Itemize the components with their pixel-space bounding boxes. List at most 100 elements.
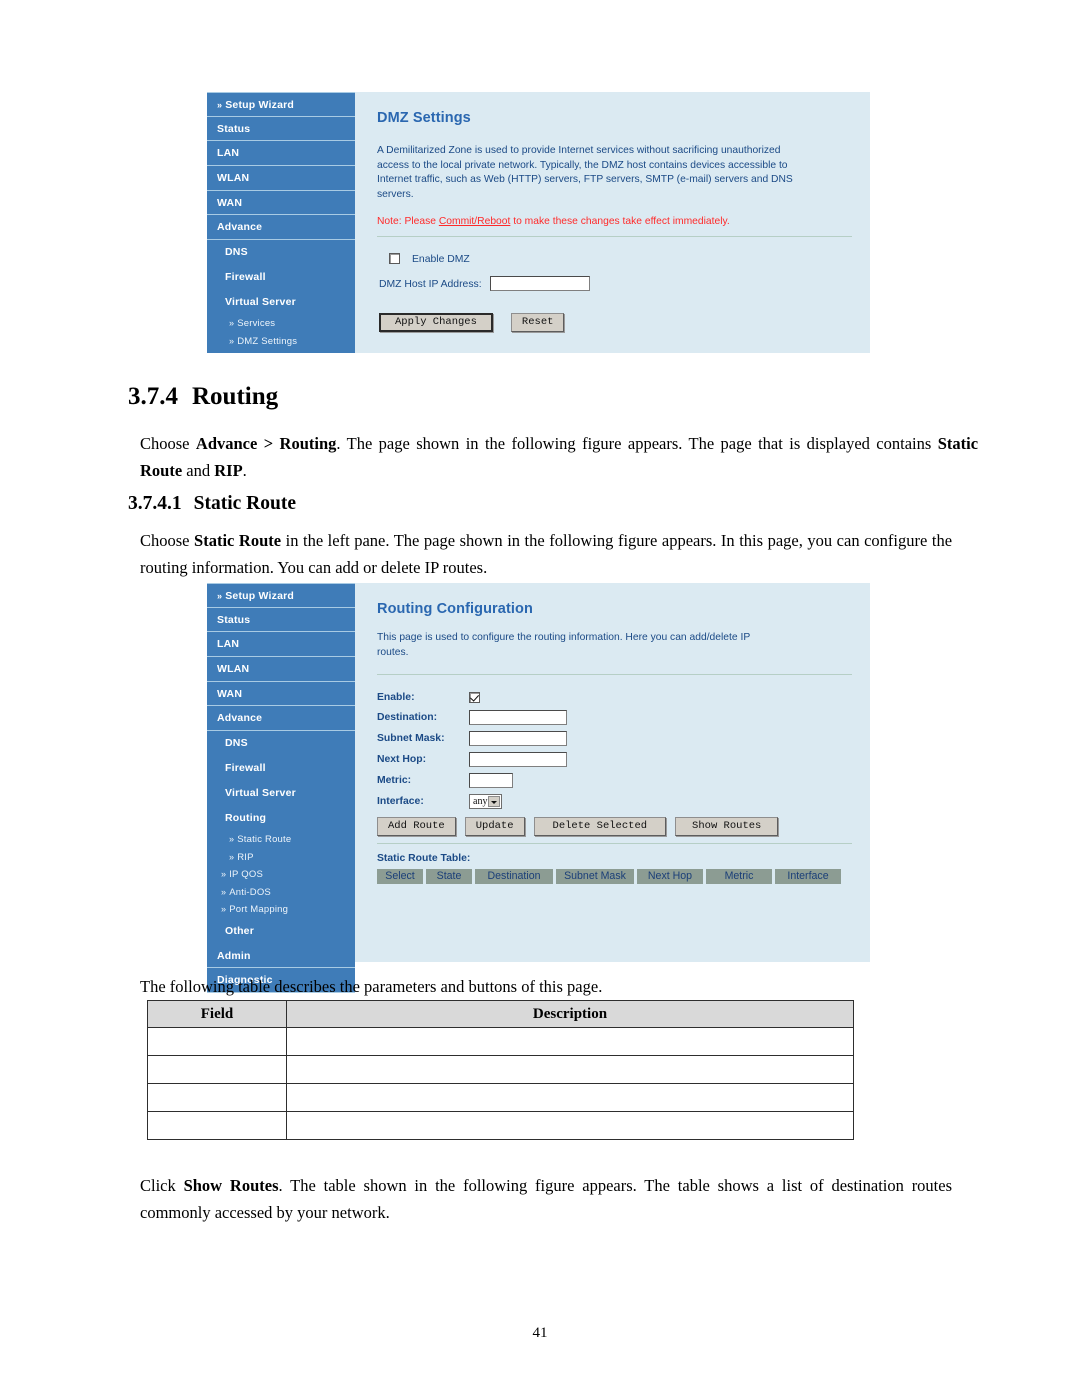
text-run: Choose <box>140 531 195 550</box>
interface-row: Interface: any <box>377 791 852 812</box>
routing-nav-item-wan[interactable]: WAN <box>207 681 355 707</box>
routing-panel-description: This page is used to configure the routi… <box>377 632 751 658</box>
chevron-right-icon: » <box>229 851 235 862</box>
subnet-mask-input[interactable] <box>469 731 567 746</box>
routing-nav-item-advance[interactable]: Advance <box>207 706 355 732</box>
delete-selected-button[interactable]: Delete Selected <box>533 817 667 836</box>
paragraph-table-lead: The following table describes the parame… <box>140 977 603 996</box>
text-run: . The page shown in the following figure… <box>336 434 938 453</box>
destination-label: Destination: <box>377 712 438 723</box>
routing-nav-item-virtual-server[interactable]: Virtual Server <box>207 781 355 807</box>
routing-nav-item-lan[interactable]: LAN <box>207 632 355 658</box>
chevron-right-icon: » <box>217 100 223 110</box>
routing-nav-item-rip[interactable]: » RIP <box>207 848 355 867</box>
commit-reboot-link[interactable]: Commit/Reboot <box>439 216 511 227</box>
table-header-field: Field <box>147 1000 287 1028</box>
enable-checkbox[interactable] <box>469 691 480 703</box>
table-cell-field <box>147 1027 287 1056</box>
dmz-host-ip-label: DMZ Host IP Address: <box>379 279 482 290</box>
nav-item-label: IP QOS <box>229 869 263 881</box>
routing-nav-item-status[interactable]: Status <box>207 607 355 633</box>
srt-header-next-hop[interactable]: Next Hop <box>637 869 703 884</box>
chevron-down-icon <box>488 796 501 807</box>
srt-header-metric[interactable]: Metric <box>706 869 772 884</box>
heading-static-route-number: 3.7.4.1 <box>128 493 182 514</box>
routing-divider-top <box>377 674 852 675</box>
destination-row: Destination: <box>377 707 852 728</box>
routing-nav-item-static-route[interactable]: » Static Route <box>207 831 355 849</box>
srt-header-destination[interactable]: Destination <box>475 869 553 884</box>
srt-header-state[interactable]: State <box>426 869 472 884</box>
dmz-nav-item-dns[interactable]: DNS <box>207 240 355 266</box>
table-cell-description <box>286 1111 854 1140</box>
interface-select[interactable]: any <box>469 794 503 809</box>
chevron-right-icon: » <box>229 335 235 346</box>
static-route-table-header: Select State Destination Subnet Mask Next Ho… <box>377 869 852 884</box>
table-cell-description <box>286 1083 854 1112</box>
nav-item-label: Other <box>225 924 255 937</box>
srt-header-interface[interactable]: Interface <box>775 869 841 884</box>
update-button[interactable]: Update <box>464 817 525 836</box>
table-cell-field <box>147 1111 287 1140</box>
dmz-button-row: Apply Changes Reset <box>379 311 852 332</box>
nav-item-label: Setup Wizard <box>225 99 295 111</box>
interface-label: Interface: <box>377 796 424 807</box>
paragraph-show-routes: Click Show Routes. The table shown in th… <box>140 1172 952 1226</box>
routing-nav-item-firewall[interactable]: Firewall <box>207 756 355 782</box>
routing-nav-item-port-mapping[interactable]: » Port Mapping <box>207 901 355 919</box>
dmz-commit-note: Note: Please Commit/Reboot to make these… <box>377 216 852 227</box>
routing-nav-item-ip-qos[interactable]: » IP QOS <box>207 866 355 884</box>
table-header-description: Description <box>286 1000 854 1028</box>
destination-input[interactable] <box>469 710 567 725</box>
dmz-nav-item-virtual-server[interactable]: Virtual Server <box>207 290 355 316</box>
nav-item-label: WLAN <box>217 663 250 676</box>
next-hop-label: Next Hop: <box>377 754 427 765</box>
subnet-mask-row: Subnet Mask: <box>377 728 852 749</box>
nav-item-label: Status <box>217 122 251 135</box>
routing-nav-item-routing[interactable]: Routing <box>207 806 355 832</box>
nav-item-label: Firewall <box>225 762 266 775</box>
dmz-content-panel: DMZ Settings A Demilitarized Zone is use… <box>355 92 870 353</box>
dmz-nav-item-status[interactable]: Status <box>207 116 355 142</box>
routing-nav-item-dns[interactable]: DNS <box>207 731 355 757</box>
enable-dmz-checkbox[interactable] <box>389 252 400 264</box>
show-routes-button[interactable]: Show Routes <box>675 817 779 836</box>
dmz-nav-item-wan[interactable]: WAN <box>207 190 355 216</box>
dmz-nav-item-advance[interactable]: Advance <box>207 215 355 241</box>
next-hop-input[interactable] <box>469 752 567 767</box>
dmz-nav-item-setup-wizard[interactable]: » Setup Wizard <box>207 92 355 117</box>
paragraph-static-route-intro: Choose Static Route in the left pane. Th… <box>140 527 952 581</box>
table-cell-description <box>286 1027 854 1056</box>
table-header-row: Field Description <box>147 1000 854 1028</box>
srt-header-subnet-mask[interactable]: Subnet Mask <box>556 869 634 884</box>
table-row <box>147 1111 854 1140</box>
dmz-nav-item-firewall[interactable]: Firewall <box>207 265 355 291</box>
text-run: Choose <box>140 434 196 453</box>
reset-button[interactable]: Reset <box>510 313 565 332</box>
nav-item-label: Routing <box>225 812 267 825</box>
routing-nav-item-setup-wizard[interactable]: » Setup Wizard <box>207 583 355 608</box>
apply-changes-button[interactable]: Apply Changes <box>379 313 493 332</box>
heading-routing-title: Routing <box>192 383 279 410</box>
chevron-right-icon: » <box>221 886 227 897</box>
routing-nav-item-anti-dos[interactable]: » Anti-DOS <box>207 883 355 902</box>
dmz-nav-item-wlan[interactable]: WLAN <box>207 166 355 191</box>
dmz-host-ip-input[interactable] <box>489 275 590 291</box>
text-run: and <box>182 461 215 480</box>
dmz-nav-item-services[interactable]: » Services <box>207 315 355 333</box>
routing-nav-item-wlan[interactable]: WLAN <box>207 657 355 682</box>
routing-nav-item-admin[interactable]: Admin <box>207 943 355 969</box>
nav-item-label: Advance <box>217 712 263 725</box>
metric-input[interactable] <box>469 773 513 788</box>
nav-item-label: Services <box>237 318 276 330</box>
enable-dmz-row: Enable DMZ <box>389 249 852 267</box>
routing-nav-item-other[interactable]: Other <box>207 918 355 944</box>
srt-header-select[interactable]: Select <box>377 869 423 884</box>
nav-item-label: DNS <box>225 246 248 259</box>
page-heading-routing: 3.7.4 Routing <box>128 383 278 411</box>
dmz-nav-item-lan[interactable]: LAN <box>207 141 355 167</box>
dmz-divider <box>377 236 852 237</box>
dmz-nav-item-dmz-settings[interactable]: » DMZ Settings <box>207 332 355 351</box>
add-route-button[interactable]: Add Route <box>377 817 456 836</box>
routing-button-row: Add Route Update Delete Selected Show Ro… <box>377 817 852 836</box>
